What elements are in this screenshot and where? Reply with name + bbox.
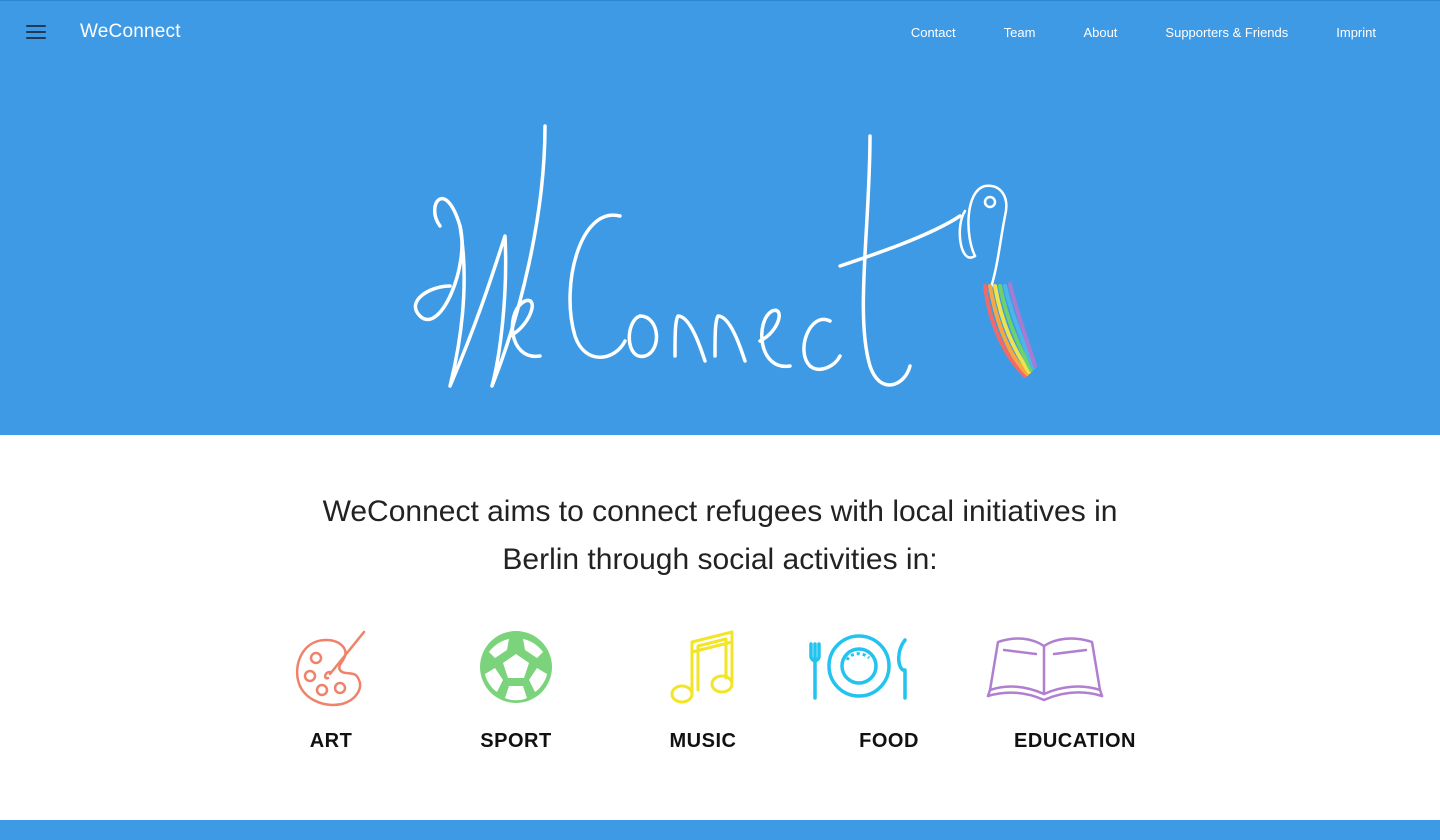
activity-label-music: MUSIC: [669, 730, 737, 752]
activity-label-education: EDUCATION: [1014, 730, 1136, 752]
hero-banner: [0, 66, 1440, 435]
activity-food[interactable]: FOOD: [809, 622, 969, 753]
parrot-icon: [958, 184, 1008, 293]
intro-line-2: Berlin through social activities in:: [502, 543, 938, 576]
brand-title[interactable]: WeConnect: [80, 21, 181, 43]
book-icon: [986, 637, 1104, 702]
nav-link-team[interactable]: Team: [1004, 25, 1036, 40]
intro-line-1: WeConnect aims to connect refugees with …: [322, 495, 1118, 528]
activity-art[interactable]: ART: [251, 622, 411, 753]
weconnect-logo: [413, 124, 1037, 388]
activity-label-food: FOOD: [859, 730, 919, 752]
music-note-icon: [670, 630, 734, 704]
activity-music[interactable]: MUSIC: [623, 622, 783, 753]
activity-sport[interactable]: SPORT: [436, 622, 596, 753]
top-navbar: WeConnect Contact Team About Supporters …: [0, 0, 1440, 66]
soccer-ball-icon: [480, 631, 552, 703]
palette-icon: [295, 630, 366, 707]
nav-link-contact[interactable]: Contact: [911, 25, 956, 40]
intro-text: WeConnect aims to connect refugees with …: [0, 488, 1440, 584]
nav-link-supporters[interactable]: Supporters & Friends: [1165, 25, 1288, 40]
hamburger-menu-icon[interactable]: [26, 25, 46, 41]
nav-link-about[interactable]: About: [1083, 25, 1117, 40]
activity-label-sport: SPORT: [480, 730, 552, 752]
plate-cutlery-icon: [809, 634, 907, 700]
footer-band: [0, 820, 1440, 840]
activity-label-art: ART: [309, 730, 353, 752]
nav-link-imprint[interactable]: Imprint: [1336, 25, 1376, 40]
activity-education[interactable]: EDUCATION: [986, 622, 1155, 753]
nav-links: Contact Team About Supporters & Friends …: [863, 25, 1376, 40]
